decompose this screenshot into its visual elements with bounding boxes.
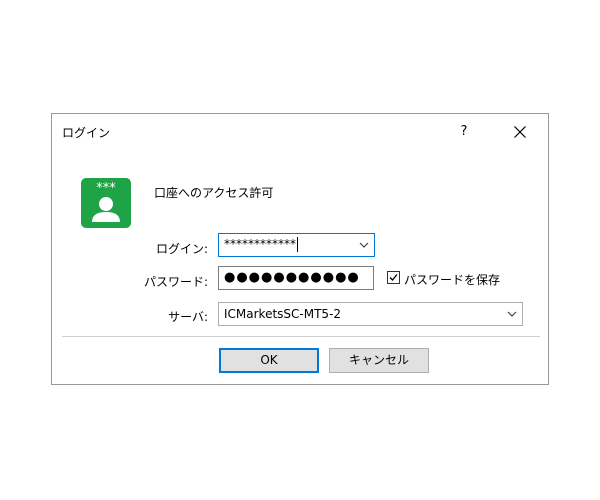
title-bar: ログイン ? bbox=[52, 114, 548, 150]
login-value: ************ bbox=[224, 237, 298, 252]
save-password-checkbox[interactable] bbox=[387, 271, 400, 284]
server-combo[interactable]: ICMarketsSC-MT5-2 bbox=[218, 302, 523, 326]
chevron-down-icon[interactable] bbox=[359, 240, 369, 250]
dialog-title: ログイン bbox=[62, 126, 111, 140]
server-value: ICMarketsSC-MT5-2 bbox=[224, 307, 342, 321]
login-combo[interactable]: ************ bbox=[218, 233, 375, 257]
login-dialog: ログイン ? *** 口座へのアクセス許可 ログイン: ************… bbox=[51, 113, 549, 385]
password-value: ●●●●●●●●●●● bbox=[224, 270, 360, 285]
server-label: サーバ: bbox=[168, 310, 208, 324]
password-label: パスワード: bbox=[143, 275, 208, 289]
account-access-icon: *** bbox=[81, 178, 131, 228]
cancel-button[interactable]: キャンセル bbox=[329, 348, 429, 373]
help-button[interactable]: ? bbox=[452, 120, 476, 144]
close-button[interactable] bbox=[504, 118, 536, 146]
icon-mask-text: *** bbox=[96, 181, 116, 196]
save-password-label[interactable]: パスワードを保存 bbox=[404, 271, 500, 288]
check-icon bbox=[389, 274, 398, 281]
login-label: ログイン: bbox=[155, 242, 208, 256]
header-text: 口座へのアクセス許可 bbox=[154, 186, 274, 200]
ok-button[interactable]: OK bbox=[219, 348, 319, 373]
divider bbox=[62, 336, 540, 337]
password-field[interactable]: ●●●●●●●●●●● bbox=[218, 266, 374, 290]
close-icon bbox=[514, 126, 526, 138]
chevron-down-icon[interactable] bbox=[507, 309, 517, 319]
